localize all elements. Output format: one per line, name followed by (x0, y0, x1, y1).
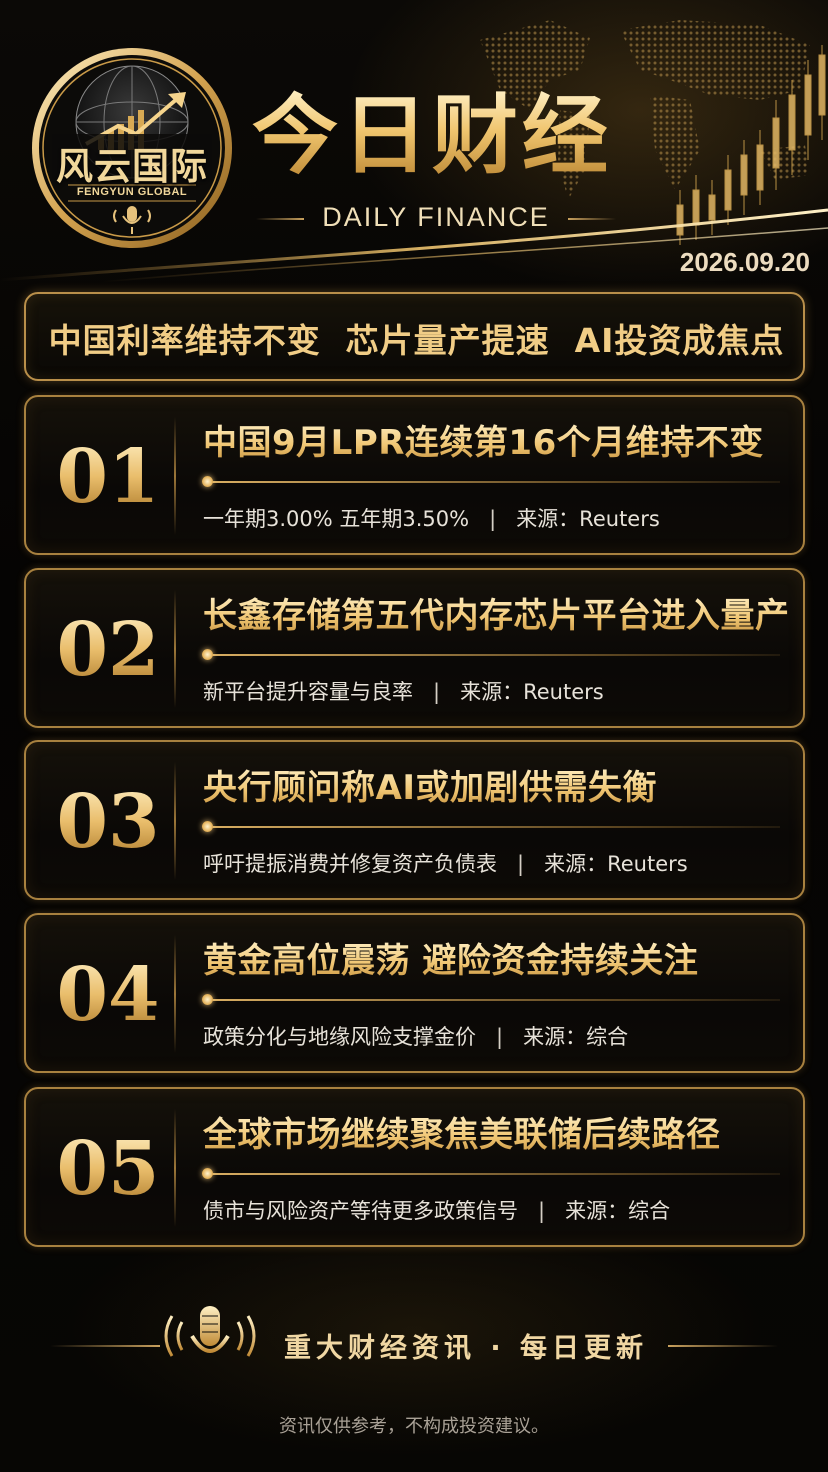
news-number: 03 (48, 780, 168, 864)
news-separator: | (517, 852, 525, 876)
microphone-icon (164, 1306, 256, 1374)
news-source: 来源：Reuters (460, 680, 604, 704)
subtitle-left-rule (256, 218, 304, 220)
news-rule-dot (202, 1168, 213, 1179)
footer-right-rule (668, 1345, 778, 1347)
news-detail-row: 一年期3.00% 五年期3.50% | 来源：Reuters (203, 503, 793, 533)
news-source: 来源：Reuters (544, 852, 688, 876)
footer-left-rule (50, 1345, 160, 1347)
news-detail-row: 政策分化与地缘风险支撑金价 | 来源：综合 (203, 1021, 793, 1051)
news-rule-dot (202, 821, 213, 832)
news-detail: 呼吁提振消费并修复资产负债表 (203, 852, 497, 876)
news-source: 来源：Reuters (516, 507, 660, 531)
news-rule (208, 481, 780, 483)
logo-subtitle: FENGYUN GLOBAL (76, 186, 188, 198)
news-card[interactable]: 03 央行顾问称AI或加剧供需失衡 呼吁提振消费并修复资产负债表 | 来源：Reut… (24, 740, 805, 900)
news-source: 来源：综合 (523, 1025, 629, 1049)
page-title: 今日财经 (252, 86, 612, 186)
news-separator: | (538, 1199, 546, 1223)
news-rule-dot (202, 649, 213, 660)
news-card[interactable]: 05 全球市场继续聚焦美联储后续路径 债市与风险资产等待更多政策信号 | 来源：综合 (24, 1087, 805, 1247)
news-title: 央行顾问称AI或加剧供需失衡 (203, 766, 793, 810)
brand-logo: 风云国际 FENGYUN GLOBAL (28, 44, 236, 252)
logo-name: 风云国际 (56, 144, 208, 188)
news-number: 01 (48, 435, 168, 519)
news-card[interactable]: 01 中国9月LPR连续第16个月维持不变 一年期3.00% 五年期3.50% |… (24, 395, 805, 555)
news-number: 04 (48, 953, 168, 1037)
news-detail: 债市与风险资产等待更多政策信号 (203, 1199, 518, 1223)
news-source: 来源：综合 (565, 1199, 671, 1223)
news-detail: 新平台提升容量与良率 (203, 680, 413, 704)
headline-banner: 中国利率维持不变 芯片量产提速 AI投资成焦点 (24, 292, 805, 381)
news-detail: 政策分化与地缘风险支撑金价 (203, 1025, 476, 1049)
news-detail-row: 债市与风险资产等待更多政策信号 | 来源：综合 (203, 1195, 793, 1225)
news-detail-row: 呼吁提振消费并修复资产负债表 | 来源：Reuters (203, 848, 793, 878)
news-title: 全球市场继续聚焦美联储后续路径 (203, 1113, 793, 1157)
news-separator: | (496, 1025, 504, 1049)
news-separator: | (433, 680, 441, 704)
news-title: 长鑫存储第五代内存芯片平台进入量产 (203, 594, 793, 638)
subtitle-right-rule (568, 218, 616, 220)
news-divider (174, 762, 176, 880)
news-detail-row: 新平台提升容量与良率 | 来源：Reuters (203, 676, 793, 706)
news-rule (208, 654, 780, 656)
news-separator: | (489, 507, 497, 531)
news-number: 02 (48, 608, 168, 692)
news-divider (174, 1109, 176, 1227)
news-divider (174, 935, 176, 1053)
news-detail: 一年期3.00% 五年期3.50% (203, 507, 470, 531)
footer-tagline: 重大财经资讯 · 每日更新 (284, 1333, 649, 1364)
subtitle-row: DAILY FINANCE (256, 200, 616, 236)
headline-text: 中国利率维持不变 芯片量产提速 AI投资成焦点 (48, 321, 785, 360)
news-card[interactable]: 04 黄金高位震荡 避险资金持续关注 政策分化与地缘风险支撑金价 | 来源：综合 (24, 913, 805, 1073)
news-rule (208, 999, 780, 1001)
news-title: 黄金高位震荡 避险资金持续关注 (203, 939, 793, 983)
news-divider (174, 590, 176, 708)
news-rule-dot (202, 994, 213, 1005)
news-divider (174, 417, 176, 535)
news-rule (208, 826, 780, 828)
news-rule-dot (202, 476, 213, 487)
page-subtitle: DAILY FINANCE (322, 202, 550, 232)
disclaimer: 资讯仅供参考，不构成投资建议。 (279, 1416, 549, 1437)
issue-date: 2026.09.20 (679, 247, 810, 277)
news-card[interactable]: 02 长鑫存储第五代内存芯片平台进入量产 新平台提升容量与良率 | 来源：Reute… (24, 568, 805, 728)
news-rule (208, 1173, 780, 1175)
news-number: 05 (48, 1127, 168, 1211)
news-title: 中国9月LPR连续第16个月维持不变 (203, 421, 793, 465)
